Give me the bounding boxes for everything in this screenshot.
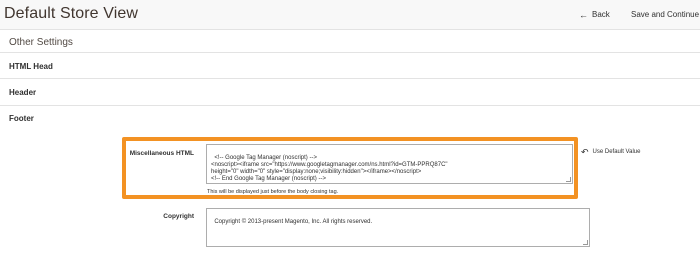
- arrow-left-icon: ←: [579, 9, 588, 20]
- divider: [0, 78, 700, 79]
- resize-handle-icon[interactable]: [566, 177, 571, 182]
- section-html-head[interactable]: HTML Head: [9, 62, 53, 71]
- copyright-value: Copyright © 2013-present Magento, Inc. A…: [214, 219, 373, 225]
- back-button-label: Back: [592, 10, 610, 19]
- use-default-value-label: Use Default Value: [592, 149, 641, 155]
- save-and-continue-button[interactable]: Save and Continue: [631, 10, 699, 19]
- use-default-value-checkbox[interactable]: ↶ Use Default Value: [581, 147, 641, 157]
- section-title-other-settings: Other Settings: [9, 37, 73, 48]
- back-button[interactable]: ← Back: [579, 10, 610, 19]
- page-title: Default Store View: [4, 5, 139, 22]
- miscellaneous-html-value: <!-- Google Tag Manager (noscript) --> <…: [211, 155, 448, 182]
- miscellaneous-html-label: Miscellaneous HTML: [129, 150, 194, 157]
- resize-handle-icon[interactable]: [583, 240, 588, 245]
- section-header[interactable]: Header: [9, 88, 36, 97]
- copyright-label: Copyright: [163, 213, 194, 220]
- copyright-textarea[interactable]: Copyright © 2013-present Magento, Inc. A…: [206, 208, 590, 247]
- undo-icon: ↶: [581, 147, 589, 157]
- miscellaneous-html-textarea[interactable]: <!-- Google Tag Manager (noscript) --> <…: [206, 144, 573, 184]
- miscellaneous-html-note: This will be displayed just before the b…: [207, 189, 339, 195]
- divider: [0, 52, 700, 53]
- divider: [0, 105, 700, 106]
- page-header: Default Store View ← Back Save and Conti…: [0, 0, 700, 30]
- section-footer[interactable]: Footer: [9, 114, 34, 123]
